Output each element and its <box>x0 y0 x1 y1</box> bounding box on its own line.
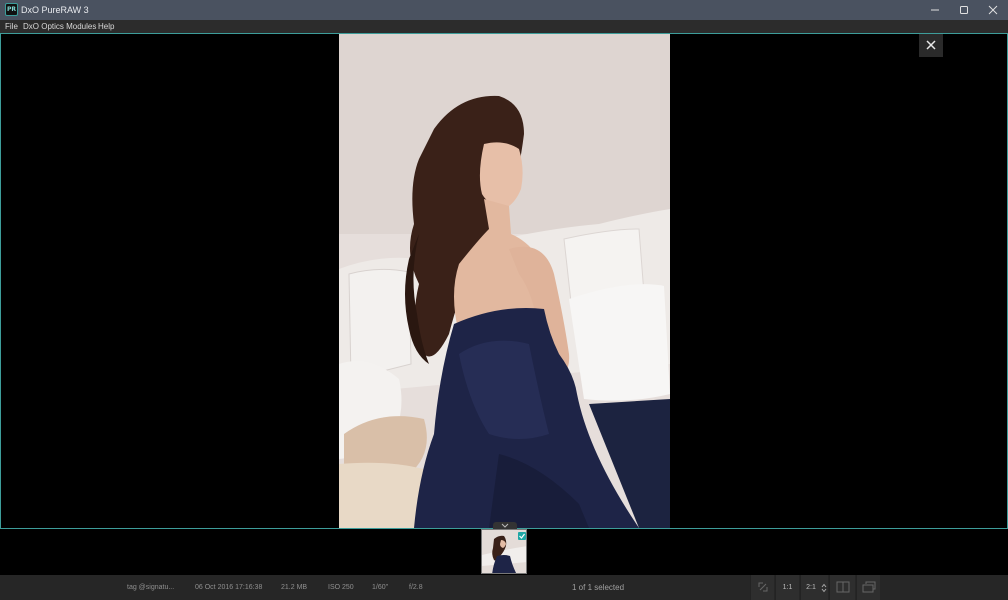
export-icon <box>862 581 876 593</box>
fit-to-screen-button[interactable] <box>750 575 774 600</box>
zoom-1-1-label: 1:1 <box>782 584 793 591</box>
iso-value: ISO 250 <box>328 584 354 591</box>
checkmark-icon <box>519 533 525 539</box>
title-bar: PR DxO PureRAW 3 <box>0 0 1008 20</box>
app-logo-icon: PR <box>5 3 18 16</box>
preview-photo[interactable] <box>339 34 670 528</box>
export-button[interactable] <box>856 575 880 600</box>
maximize-icon <box>960 6 968 14</box>
thumbnail-image[interactable] <box>481 529 527 574</box>
close-icon <box>988 5 998 15</box>
zoom-1-1-button[interactable]: 1:1 <box>775 575 799 600</box>
maximize-button[interactable] <box>949 0 979 20</box>
filmstrip <box>0 522 1008 575</box>
portrait-photo-illustration <box>339 34 670 528</box>
window-title: DxO PureRAW 3 <box>21 5 89 15</box>
minimize-button[interactable] <box>920 0 950 20</box>
selected-checkbox[interactable] <box>518 532 526 540</box>
zoom-level-select[interactable]: 2:1 <box>800 575 828 600</box>
file-name: tag @signatu... <box>127 584 175 591</box>
fit-screen-icon <box>758 582 768 592</box>
close-viewer-button[interactable] <box>919 34 943 57</box>
menu-file[interactable]: File <box>5 21 18 32</box>
shutter-speed: 1/60" <box>372 584 389 591</box>
capture-date: 06 Oct 2016 17:16:38 <box>195 584 263 591</box>
minimize-icon <box>931 9 939 11</box>
selection-count: 1 of 1 selected <box>572 583 625 592</box>
compare-button[interactable] <box>829 575 855 600</box>
menu-help[interactable]: Help <box>98 21 114 32</box>
image-viewer <box>0 33 1008 529</box>
zoom-level-value: 2:1 <box>806 584 816 591</box>
file-size: 21.2 MB <box>281 584 308 591</box>
menu-dxo-optics-modules[interactable]: DxO Optics Modules <box>23 21 96 32</box>
compare-icon <box>836 581 850 593</box>
close-window-button[interactable] <box>978 0 1008 20</box>
aperture-value: f/2.8 <box>409 584 423 591</box>
up-down-arrows-icon <box>821 583 827 593</box>
close-icon <box>926 40 936 50</box>
status-bar: tag @signatu... 06 Oct 2016 17:16:38 21.… <box>0 575 1008 600</box>
menu-bar: File DxO Optics Modules Help <box>0 20 1008 33</box>
app-window: PR DxO PureRAW 3 File DxO Optics Modules… <box>0 0 1008 600</box>
